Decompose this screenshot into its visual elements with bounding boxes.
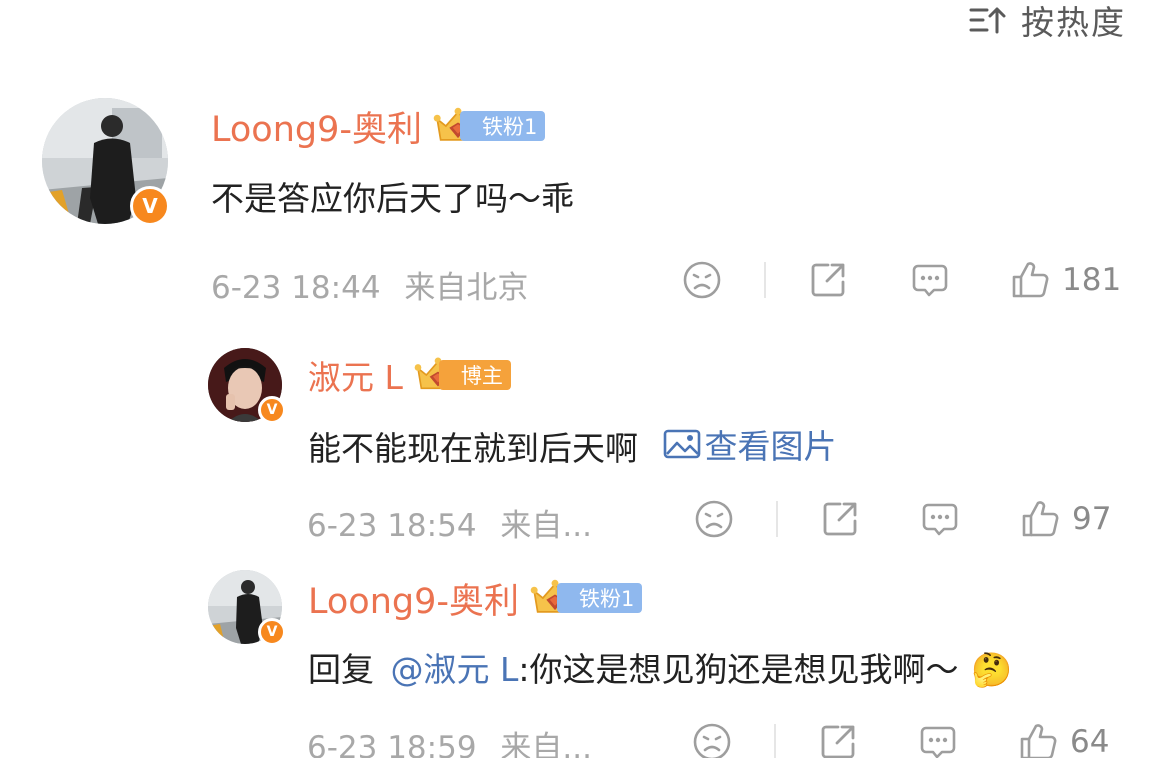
reply-button[interactable] xyxy=(908,260,952,300)
sad-face-icon xyxy=(682,260,722,300)
reply-meta: 6-23 18:54 来自... xyxy=(307,500,592,545)
dislike-button[interactable] xyxy=(690,722,734,758)
verified-badge-icon: V xyxy=(258,396,286,424)
sad-face-icon xyxy=(694,499,734,539)
reply-actions: 64 xyxy=(690,720,1109,758)
dislike-button[interactable] xyxy=(692,499,736,539)
reply-location: 来自... xyxy=(500,508,592,544)
fan-badge-label: 铁粉1 xyxy=(557,583,643,613)
like-count: 64 xyxy=(1070,724,1110,758)
reply-button[interactable] xyxy=(918,499,962,539)
comment-icon xyxy=(918,722,958,758)
share-icon xyxy=(818,722,858,758)
fan-badge[interactable]: 铁粉1 xyxy=(432,106,546,146)
thinking-emoji-icon: 🤔 xyxy=(971,650,1013,689)
sort-label: 按热度 xyxy=(1021,3,1126,42)
fan-badge[interactable]: 铁粉1 xyxy=(529,578,643,618)
thumbs-up-icon xyxy=(1018,722,1058,758)
blogger-badge[interactable]: 博主 xyxy=(413,356,511,394)
avatar[interactable]: V xyxy=(208,348,286,424)
username[interactable]: Loong9-奥利 xyxy=(308,573,519,624)
comment-icon xyxy=(910,260,950,300)
username[interactable]: Loong9-奥利 xyxy=(211,101,422,152)
thumbs-up-icon xyxy=(1020,499,1060,539)
divider xyxy=(774,724,776,758)
sort-toggle[interactable]: 按热度 xyxy=(969,0,1126,42)
like-count: 97 xyxy=(1072,501,1112,537)
like-button[interactable]: 181 xyxy=(1010,260,1121,300)
like-count: 181 xyxy=(1062,262,1122,298)
reply-text: 回复 @淑元 L:你这是想见狗还是想见我啊～ 🤔 xyxy=(308,643,1012,691)
reply-body: :你这是想见狗还是想见我啊～ xyxy=(518,650,959,689)
divider xyxy=(776,501,778,537)
avatar[interactable]: V xyxy=(208,570,286,646)
reply-actions: 97 xyxy=(692,497,1111,541)
avatar[interactable]: V xyxy=(42,98,170,226)
share-button[interactable] xyxy=(818,499,862,539)
share-icon xyxy=(820,499,860,539)
thumbs-up-icon xyxy=(1010,260,1050,300)
reply-text: 能不能现在就到后天啊 查看图片 xyxy=(308,420,837,470)
reply-meta: 6-23 18:59 来自... xyxy=(307,722,592,758)
view-image-link[interactable]: 查看图片 xyxy=(663,420,837,468)
comment-time: 6-23 18:44 xyxy=(211,270,381,306)
reply-body: 能不能现在就到后天啊 xyxy=(308,429,638,468)
dislike-button[interactable] xyxy=(680,260,724,300)
divider xyxy=(764,262,766,298)
share-button[interactable] xyxy=(806,260,850,300)
sad-face-icon xyxy=(692,722,732,758)
username[interactable]: 淑元 L xyxy=(308,351,403,399)
verified-badge-icon: V xyxy=(130,186,170,226)
comment-icon xyxy=(920,499,960,539)
reply-time: 6-23 18:54 xyxy=(307,508,477,544)
comment-location: 来自北京 xyxy=(404,270,529,306)
comment-meta: 6-23 18:44 来自北京 xyxy=(211,262,528,307)
fan-badge-label: 铁粉1 xyxy=(460,111,546,141)
view-image-label: 查看图片 xyxy=(704,427,837,466)
share-button[interactable] xyxy=(816,722,860,758)
blogger-badge-label: 博主 xyxy=(438,360,511,390)
image-icon xyxy=(663,429,700,459)
reply-prefix: 回复 xyxy=(308,650,374,689)
like-button[interactable]: 97 xyxy=(1020,499,1111,539)
mention-link[interactable]: @淑元 L xyxy=(391,650,519,689)
comment-text: 不是答应你后天了吗～乖 xyxy=(211,179,574,218)
sort-icon xyxy=(969,4,1007,36)
share-icon xyxy=(808,260,848,300)
like-button[interactable]: 64 xyxy=(1018,722,1109,758)
reply-location: 来自... xyxy=(500,730,592,758)
reply-button[interactable] xyxy=(916,722,960,758)
comment-actions: 181 xyxy=(680,258,1121,302)
verified-badge-icon: V xyxy=(258,618,286,646)
reply-time: 6-23 18:59 xyxy=(307,730,477,758)
